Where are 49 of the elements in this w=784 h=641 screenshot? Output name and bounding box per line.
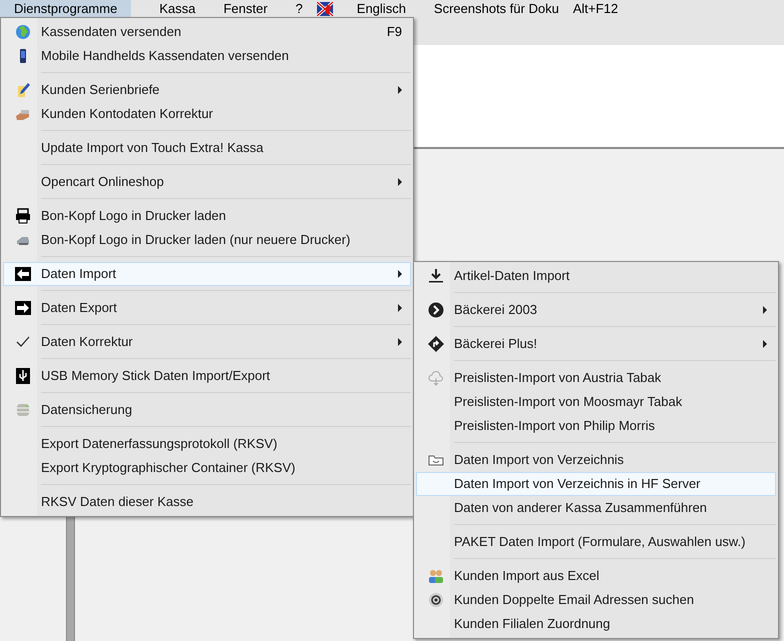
menu-item[interactable]: Daten Korrektur <box>3 330 411 354</box>
menu-item[interactable]: Mobile Handhelds Kassendaten versenden <box>3 44 411 68</box>
cloud-icon <box>428 370 444 386</box>
menu-bar-item[interactable]: Screenshots für Doku <box>420 0 573 17</box>
shortcut-label: F9 <box>386 23 402 42</box>
menu-item[interactable]: Export Kryptographischer Container (RKSV) <box>3 456 411 480</box>
menu-item[interactable]: Daten Export <box>3 296 411 320</box>
menu-item[interactable]: Bäckerei 2003 <box>416 298 776 322</box>
menu-bar-item[interactable]: Englisch <box>342 0 420 17</box>
menu-bar-item[interactable]: Alt+F12 <box>572 0 618 17</box>
menu-item[interactable]: Preislisten-Import von Philip Morris <box>416 414 776 438</box>
menu-item[interactable]: Kunden Kontodaten Korrektur <box>3 102 411 126</box>
menu-item[interactable]: Kunden Filialen Zuordnung <box>416 612 776 636</box>
menu-item[interactable]: Update Import von Touch Extra! Kassa <box>3 136 411 160</box>
flag-icon <box>316 2 333 16</box>
menu-item[interactable]: Daten Import <box>3 262 411 286</box>
menu-item[interactable]: Daten Import von Verzeichnis in HF Server <box>416 472 776 496</box>
people-icon <box>428 568 444 584</box>
download-icon <box>428 268 444 284</box>
menu-item[interactable]: Daten Import von Verzeichnis <box>416 448 776 472</box>
menu-item[interactable]: Kassendaten versenden F9 <box>3 20 411 44</box>
menu-item[interactable]: Kunden Import aus Excel <box>416 564 776 588</box>
menu-item[interactable]: Artikel-Daten Import <box>416 264 776 288</box>
menu-item[interactable]: Preislisten-Import von Austria Tabak <box>416 366 776 390</box>
diamond-arrow-icon <box>428 336 444 352</box>
menu-item[interactable]: Export Datenerfassungsprotokoll (RKSV) <box>3 432 411 456</box>
menu-item[interactable]: Preislisten-Import von Moosmayr Tabak <box>416 390 776 414</box>
menu-item[interactable]: Bon-Kopf Logo in Drucker laden (nur neuere Drucker) <box>3 228 411 252</box>
menu-item[interactable]: PAKET Daten Import (Formulare, Auswahlen usw.) <box>416 530 776 554</box>
menu-item[interactable]: Bon-Kopf Logo in Drucker laden <box>3 204 411 228</box>
menu-bar-item[interactable]: ? <box>282 0 317 17</box>
usb-icon <box>14 368 30 384</box>
menu-item[interactable]: Datensicherung <box>3 398 411 422</box>
menu-item[interactable]: Bäckerei Plus! <box>416 332 776 356</box>
arrow-left-icon <box>14 266 30 282</box>
menu-bar-item[interactable]: Fenster <box>209 0 282 17</box>
menu-bar-item[interactable]: Kassa <box>145 0 210 17</box>
menu-item[interactable]: Kunden Doppelte Email Adressen suchen <box>416 588 776 612</box>
menu-item[interactable]: Kunden Serienbriefe <box>3 78 411 102</box>
menu-item[interactable]: USB Memory Stick Daten Import/Export <box>3 364 411 388</box>
menu-item[interactable]: Daten von anderer Kassa Zusammenführen <box>416 496 776 520</box>
menu-item[interactable]: Opencart Onlineshop <box>3 170 411 194</box>
globe-icon <box>14 24 30 40</box>
arrow-right-icon <box>14 300 30 316</box>
printer-icon <box>14 208 30 224</box>
menu-item[interactable]: RKSV Daten dieser Kasse <box>3 490 411 514</box>
menu-bar-item[interactable]: Dienstprogramme <box>0 0 132 17</box>
email-icon <box>428 592 444 608</box>
chevron-circle-icon <box>428 302 444 318</box>
